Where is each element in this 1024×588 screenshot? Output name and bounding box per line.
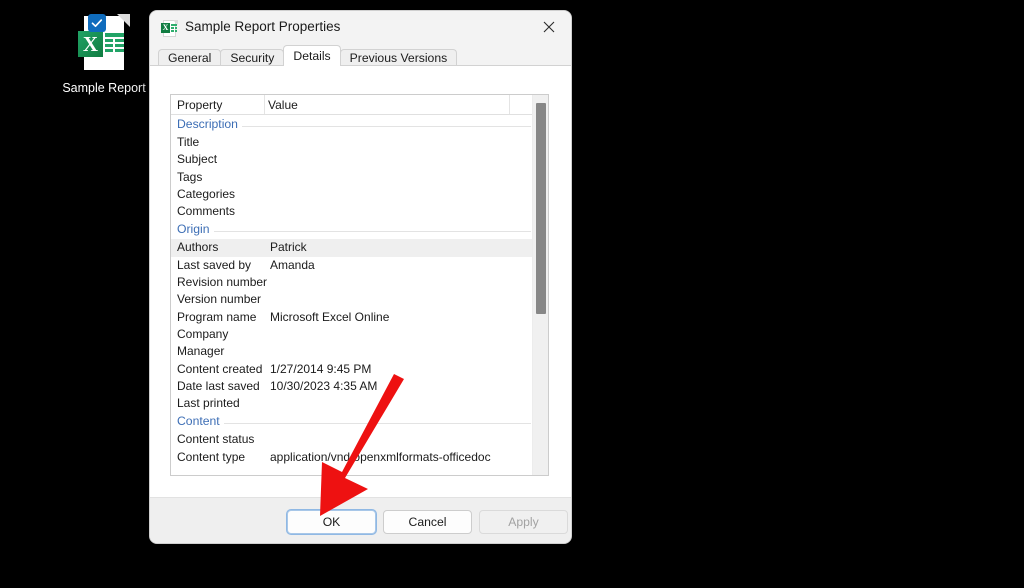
- property-list[interactable]: Property Value Description Title Subject Ta…: [170, 94, 549, 476]
- property-list-scrollbar[interactable]: [532, 95, 548, 475]
- property-row[interactable]: Program name Microsoft Excel Online: [171, 309, 533, 326]
- details-tab-pane: Property Value Description Title Subject Ta…: [150, 65, 571, 543]
- close-icon[interactable]: [527, 11, 571, 43]
- property-name: Last printed: [177, 396, 240, 411]
- property-row[interactable]: Content status: [171, 431, 533, 448]
- tab-security[interactable]: Security: [220, 49, 285, 66]
- property-row[interactable]: Subject: [171, 151, 533, 168]
- property-name: Manager: [177, 344, 225, 359]
- excel-grid-glyph: [105, 33, 124, 54]
- group-divider: [177, 423, 531, 425]
- property-row[interactable]: Last saved by Amanda: [171, 257, 533, 274]
- apply-button: Apply: [479, 510, 568, 534]
- property-row[interactable]: Tags: [171, 169, 533, 186]
- file-corner-fold: [117, 14, 130, 27]
- property-row[interactable]: Comments: [171, 203, 533, 220]
- tab-details[interactable]: Details: [283, 45, 341, 66]
- tab-general[interactable]: General: [158, 49, 222, 66]
- property-name: Version number: [177, 292, 262, 307]
- property-row[interactable]: Date last saved 10/30/2023 4:35 AM: [171, 378, 533, 395]
- excel-file-icon: X: [161, 20, 178, 37]
- property-name: Subject: [177, 152, 218, 167]
- property-row[interactable]: Content type application/vnd.openxmlforma…: [171, 449, 533, 466]
- dialog-footer: OK Cancel Apply: [150, 497, 571, 543]
- property-row[interactable]: Company: [171, 326, 533, 343]
- property-row[interactable]: Last printed: [171, 395, 533, 412]
- property-value[interactable]: 10/30/2023 4:35 AM: [270, 378, 377, 395]
- property-name: Comments: [177, 204, 236, 219]
- property-name: Authors: [177, 240, 219, 255]
- properties-dialog: X Sample Report Properties General Secur…: [149, 10, 572, 544]
- property-name: Date last saved: [177, 378, 260, 393]
- property-value[interactable]: Amanda: [270, 257, 315, 274]
- property-group-label: Content: [177, 412, 224, 432]
- column-header-value: Value: [268, 98, 298, 112]
- excel-x-glyph: X: [78, 31, 103, 57]
- property-row[interactable]: Authors Patrick: [171, 239, 533, 257]
- excel-file-icon: X: [78, 14, 130, 74]
- property-value[interactable]: Microsoft Excel Online: [270, 309, 389, 326]
- desktop-icon-label: Sample Report: [62, 81, 146, 95]
- dialog-titlebar: X Sample Report Properties: [150, 11, 571, 44]
- property-group-header: Description: [171, 115, 533, 134]
- property-value[interactable]: application/vnd.openxmlformats-officedoc: [270, 449, 491, 466]
- property-row[interactable]: Categories: [171, 186, 533, 203]
- property-group-label: Description: [177, 115, 242, 134]
- property-name: Revision number: [177, 275, 268, 290]
- property-row[interactable]: Manager: [171, 343, 533, 360]
- property-group-header: Origin: [171, 220, 533, 240]
- property-name: Content type: [177, 449, 246, 464]
- property-list-body: Description Title Subject Tags Categories Com…: [171, 115, 533, 475]
- property-name: Categories: [177, 186, 236, 201]
- property-name: Title: [177, 135, 200, 149]
- property-row[interactable]: Revision number: [171, 274, 533, 291]
- property-list-header: Property Value: [171, 95, 548, 115]
- property-name: Program name: [177, 309, 257, 324]
- tab-previous-versions[interactable]: Previous Versions: [339, 49, 458, 66]
- property-group-header: Content: [171, 412, 533, 432]
- desktop-icon-sample-report[interactable]: X Sample Report: [62, 14, 146, 97]
- property-name: Content status: [177, 432, 255, 447]
- property-name: Last saved by: [177, 257, 252, 272]
- onedrive-synced-check-badge: [88, 14, 106, 32]
- ok-button[interactable]: OK: [287, 510, 376, 534]
- property-value[interactable]: 1/27/2014 9:45 PM: [270, 361, 371, 378]
- property-row[interactable]: Title: [171, 134, 533, 151]
- scrollbar-thumb[interactable]: [536, 103, 546, 314]
- property-value[interactable]: Patrick: [270, 239, 307, 256]
- property-name: Company: [177, 326, 229, 341]
- cancel-button[interactable]: Cancel: [383, 510, 472, 534]
- property-name: Content created: [177, 361, 263, 376]
- property-name: Tags: [177, 169, 203, 184]
- tab-strip: General Security Details Previous Versio…: [150, 44, 571, 66]
- group-divider: [177, 231, 531, 233]
- property-row[interactable]: Version number: [171, 291, 533, 308]
- property-row[interactable]: Content created 1/27/2014 9:45 PM: [171, 361, 533, 378]
- dialog-title: Sample Report Properties: [185, 19, 341, 34]
- column-header-property: Property: [177, 98, 223, 112]
- property-group-label: Origin: [177, 220, 214, 240]
